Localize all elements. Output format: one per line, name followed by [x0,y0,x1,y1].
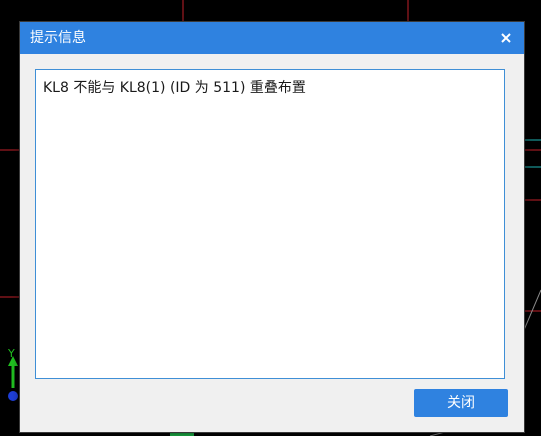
dialog-titlebar[interactable]: 提示信息 [20,22,524,54]
info-dialog: 提示信息 KL8 不能与 KL8(1) (ID 为 511) 重叠布置 关闭 [20,22,524,432]
close-icon[interactable] [496,28,516,48]
message-text: KL8 不能与 KL8(1) (ID 为 511) 重叠布置 [43,80,306,96]
dialog-title: 提示信息 [30,30,86,46]
close-button[interactable]: 关闭 [414,389,508,417]
axis-label-y: Y [7,347,15,360]
message-box[interactable]: KL8 不能与 KL8(1) (ID 为 511) 重叠布置 [35,69,505,379]
cad-green-block [170,432,194,436]
